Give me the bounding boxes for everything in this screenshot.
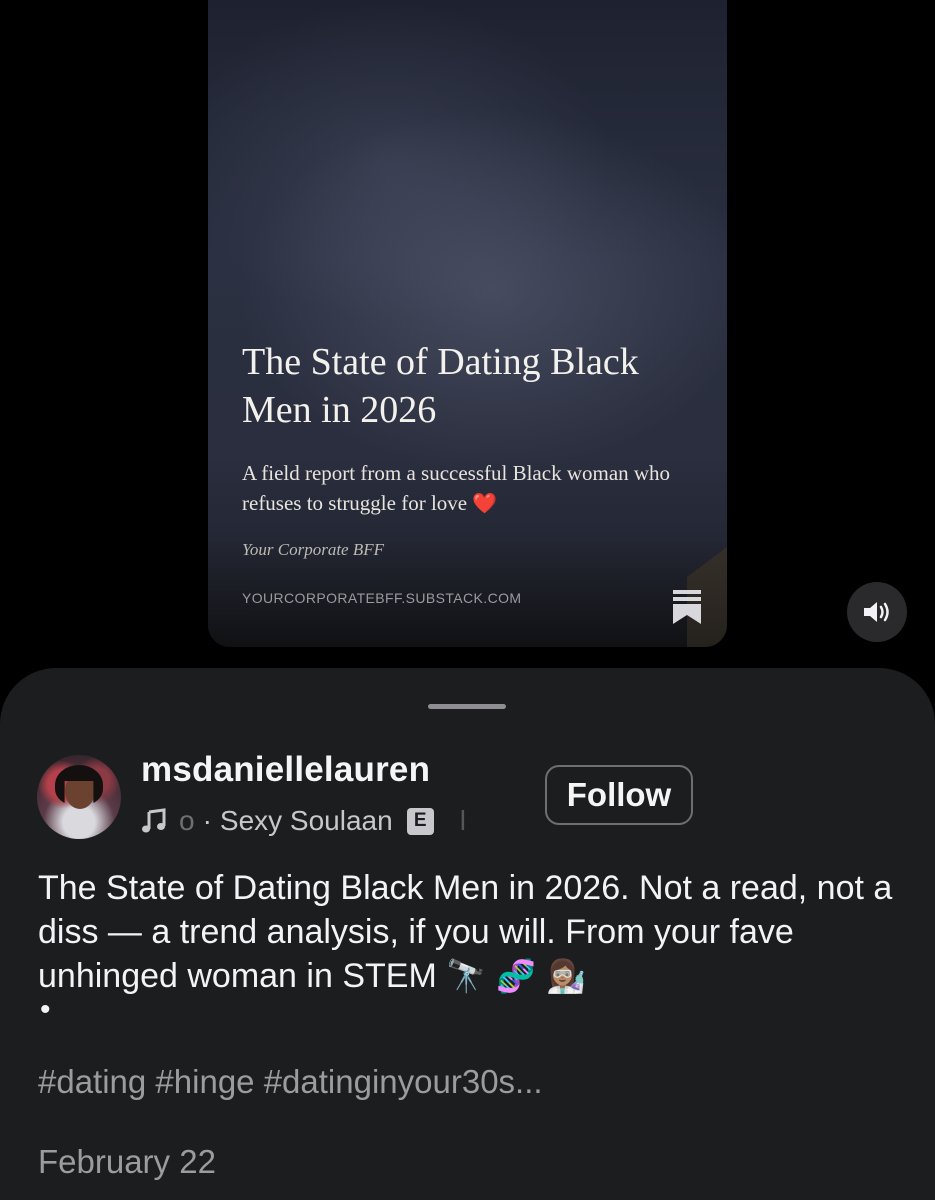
preview-subtitle-text: A field report from a successful Black w…	[242, 461, 671, 515]
link-preview-card[interactable]: The State of Dating Black Men in 2026 A …	[208, 0, 727, 647]
explicit-badge: E	[406, 807, 434, 835]
preview-subtitle: A field report from a successful Black w…	[242, 458, 702, 518]
sheet-grab-handle[interactable]	[428, 704, 506, 709]
preview-domain: YOURCORPORATEBFF.SUBSTACK.COM	[242, 590, 522, 606]
screen: The State of Dating Black Men in 2026 A …	[0, 0, 935, 1200]
music-scroll-tail: l	[459, 805, 466, 836]
avatar[interactable]	[37, 755, 121, 839]
post-caption: The State of Dating Black Men in 2026. N…	[38, 866, 908, 998]
preview-author: Your Corporate BFF	[242, 540, 385, 559]
music-scroll-fade: o	[179, 805, 195, 836]
volume-button[interactable]	[847, 582, 907, 642]
music-note-icon	[142, 808, 166, 833]
heart-emoji: ❤️	[472, 491, 498, 515]
caption-emojis: 🔭 🧬 👩🏽‍🔬	[446, 957, 587, 995]
speaker-icon	[864, 602, 889, 622]
music-separator: ·	[202, 805, 212, 836]
username[interactable]: msdaniellelauren	[141, 750, 430, 790]
post-date: February 22	[38, 1143, 216, 1180]
preview-title: The State of Dating Black Men in 2026	[242, 341, 639, 431]
follow-button[interactable]: Follow	[545, 765, 693, 825]
music-song: Sexy Soulaan	[219, 805, 393, 836]
music-attribution[interactable]: o · Sexy Soulaan E l	[141, 804, 521, 838]
hashtags[interactable]: #dating #hinge #datinginyour30s...	[38, 1063, 543, 1101]
bookmark-icon[interactable]	[671, 588, 703, 626]
post-details-sheet: msdaniellelauren o · Sexy Soulaan E l Fo…	[0, 668, 935, 1200]
caption-bullet: •	[40, 993, 51, 1026]
